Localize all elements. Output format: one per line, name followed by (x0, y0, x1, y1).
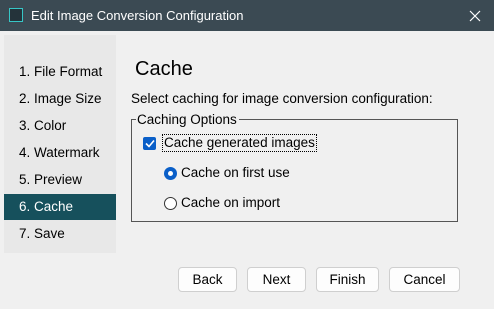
radio-button-selected[interactable] (164, 166, 177, 180)
radio-label: Cache on import (181, 195, 281, 210)
page-title: Cache (135, 58, 193, 80)
page-description: Select caching for image conversion conf… (131, 91, 433, 106)
sidebar-item-label: 6. Cache (19, 199, 74, 214)
sidebar-item-watermark[interactable]: 4. Watermark (4, 140, 116, 166)
sidebar-item-label: 3. Color (19, 118, 67, 133)
app-icon (9, 8, 23, 22)
window-title: Edit Image Conversion Configuration (31, 8, 244, 23)
radio-label: Cache on first use (181, 165, 290, 180)
finish-button[interactable]: Finish (316, 267, 379, 292)
sidebar-item-label: 5. Preview (19, 172, 83, 187)
radio-button-unselected[interactable] (164, 196, 177, 210)
radio-cache-on-import[interactable]: Cache on import (164, 194, 280, 212)
sidebar-item-image-size[interactable]: 2. Image Size (4, 86, 116, 112)
sidebar-item-color[interactable]: 3. Color (4, 113, 116, 139)
sidebar-item-file-format[interactable]: 1. File Format (4, 59, 116, 85)
dialog-window: Edit Image Conversion Configuration 1. F… (0, 0, 494, 309)
checkmark-icon (144, 139, 155, 148)
group-legend: Caching Options (136, 112, 239, 127)
title-bar[interactable]: Edit Image Conversion Configuration (0, 0, 494, 31)
close-icon (469, 10, 481, 21)
checkbox-checked[interactable] (143, 136, 156, 150)
cancel-button[interactable]: Cancel (389, 267, 460, 292)
sidebar-item-label: 2. Image Size (19, 91, 102, 106)
checkbox-label: Cache generated images (162, 134, 317, 152)
back-button[interactable]: Back (178, 267, 237, 292)
radio-cache-on-first-use[interactable]: Cache on first use (164, 164, 290, 182)
cache-generated-images-checkbox[interactable]: Cache generated images (143, 134, 317, 152)
sidebar-item-preview[interactable]: 5. Preview (4, 167, 116, 193)
sidebar-item-cache[interactable]: 6. Cache (4, 194, 116, 220)
sidebar-item-label: 1. File Format (19, 64, 103, 79)
close-button[interactable] (464, 5, 486, 26)
sidebar-item-label: 4. Watermark (19, 145, 100, 160)
sidebar-item-save[interactable]: 7. Save (4, 221, 116, 247)
wizard-steps-sidebar: 1. File Format 2. Image Size 3. Color 4.… (4, 35, 116, 253)
next-button[interactable]: Next (247, 267, 306, 292)
sidebar-item-label: 7. Save (19, 226, 65, 241)
